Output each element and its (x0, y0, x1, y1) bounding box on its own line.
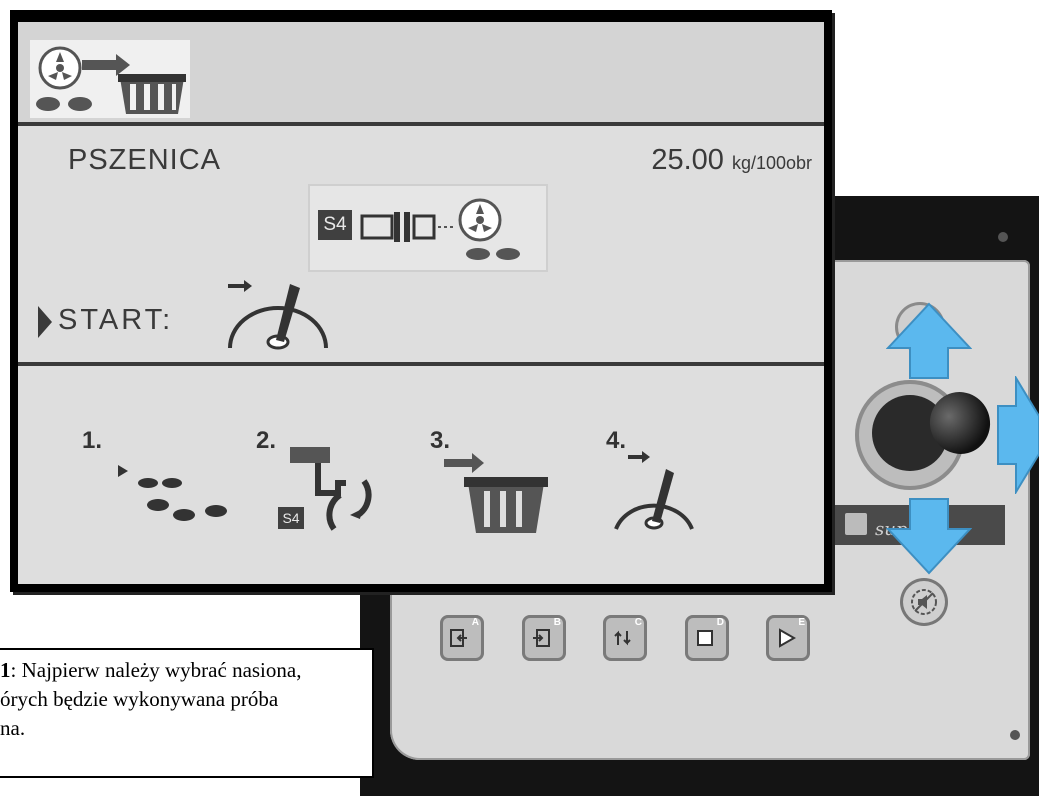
step-number: 1. (82, 427, 103, 454)
softkey-letter: B (553, 617, 561, 628)
softkey-letter: C (634, 617, 642, 628)
seed-name[interactable]: PSZENICA (68, 144, 221, 177)
rate-unit: kg/100obr (731, 153, 812, 173)
seed-to-bucket-icon (30, 40, 190, 118)
softkey-b-button[interactable]: B (522, 615, 566, 661)
speaker-mute-icon (911, 589, 937, 615)
seed-rate: 25.00 kg/100obr (651, 144, 812, 177)
swap-arrows-icon (614, 630, 631, 646)
start-lever-icon (614, 451, 694, 530)
caption-line-1: 1: Najpierw należy wybrać nasiona, (0, 656, 362, 685)
sensor-badge: S4 (278, 507, 304, 529)
mute-button[interactable] (900, 578, 948, 626)
softkey-d-button[interactable]: D (685, 615, 729, 661)
step-1: 1. (82, 427, 252, 537)
softkey-letter: D (716, 617, 724, 628)
sensor-badge: S4 (318, 210, 352, 240)
caption-box: 1: Najpierw należy wybrać nasiona, órych… (0, 648, 374, 778)
stop-icon (697, 630, 713, 646)
collect-bucket-icon (444, 453, 548, 533)
exit-icon (450, 629, 467, 647)
sensor-s4-panel: S4 (308, 184, 548, 272)
caption-line-3: na. (0, 716, 26, 740)
screw (1010, 730, 1020, 740)
caption-text: : Najpierw należy wybrać nasiona, (10, 658, 302, 682)
softkey-a-button[interactable]: A (440, 615, 484, 661)
screw (998, 232, 1008, 242)
softkey-letter: A (471, 617, 479, 628)
rate-value: 25.00 (651, 144, 724, 176)
play-icon (779, 628, 797, 648)
divider (18, 362, 824, 366)
enter-icon (533, 629, 550, 647)
shaft-to-fan-icon (360, 198, 520, 260)
caption-line-2: órych będzie wykonywana próba (0, 687, 279, 711)
arrow-right-icon (997, 376, 1039, 494)
step-number: 2. (256, 427, 277, 454)
selection-triangle-icon (38, 306, 52, 338)
start-label: START: (58, 304, 174, 336)
status-icon (845, 513, 867, 535)
divider (18, 122, 824, 126)
softkey-c-button[interactable]: C (603, 615, 647, 661)
select-seeds-icon (118, 465, 227, 521)
softkey-letter: E (798, 617, 805, 628)
display-screen: PSZENICA 25.00 kg/100obr S4 START: 1. 2.… (18, 22, 824, 584)
arrow-down-icon (886, 498, 972, 575)
step-4: 4. (606, 427, 776, 537)
softkey-e-button[interactable]: E (766, 615, 810, 661)
step-3: 3. (430, 427, 600, 537)
start-lever-icon (228, 280, 328, 350)
arrow-up-icon (886, 302, 972, 379)
caption-step-number: 1 (0, 658, 11, 682)
step-2: 2. S4 (256, 427, 426, 537)
